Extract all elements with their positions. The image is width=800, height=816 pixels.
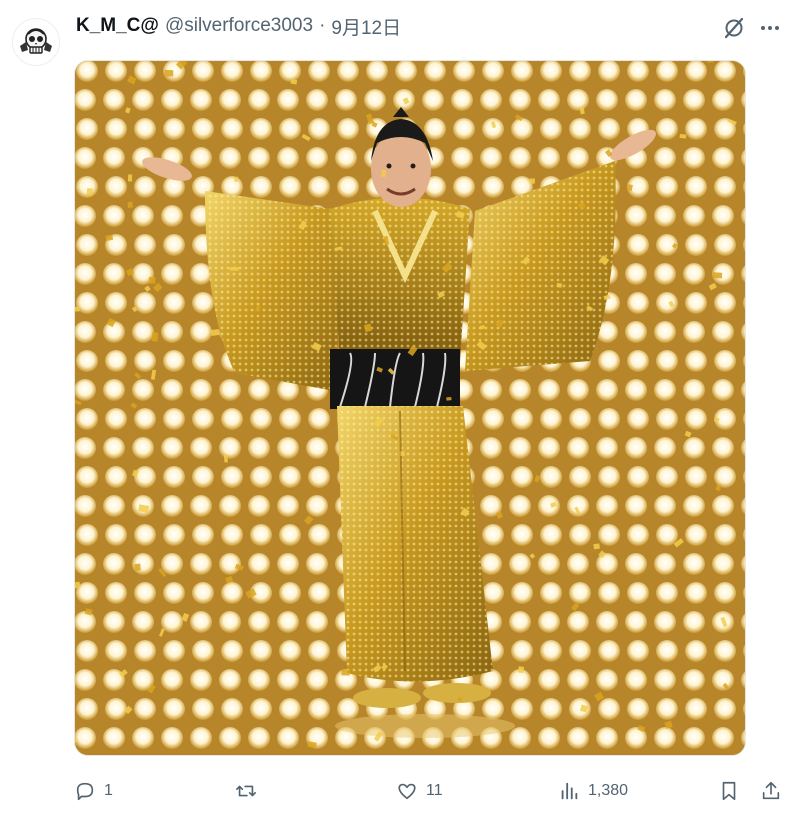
reply-button[interactable]: 1 [74,776,113,806]
display-name[interactable]: K_M_C@ [76,15,159,37]
more-icon[interactable] [756,14,784,42]
action-bar: 1 11 1,380 [74,776,786,806]
share-icon [762,781,780,800]
heart-icon [398,783,416,800]
reply-icon [76,782,94,801]
avatar[interactable] [12,18,60,66]
post-date[interactable]: 9月12日 [331,13,401,40]
like-count: 11 [426,782,443,799]
kimono-photo [75,61,745,755]
repost-icon [236,785,256,797]
share-button[interactable] [760,776,790,806]
views-chart-icon [561,782,578,800]
grok-icon[interactable] [720,14,748,42]
post-header: K_M_C@ @silverforce3003 · 9月12日 [76,13,401,40]
views-button[interactable]: 1,380 [558,776,628,806]
repost-button[interactable] [234,776,266,806]
views-count: 1,380 [588,782,629,799]
like-button[interactable]: 11 [396,776,443,806]
bookmark-button[interactable] [718,776,748,806]
user-handle[interactable]: @silverforce3003 [165,15,313,37]
bookmark-icon [722,781,736,801]
post-image[interactable] [74,60,746,756]
separator-dot: · [319,15,326,36]
skull-logo-icon [20,28,52,54]
reply-count: 1 [104,782,113,799]
